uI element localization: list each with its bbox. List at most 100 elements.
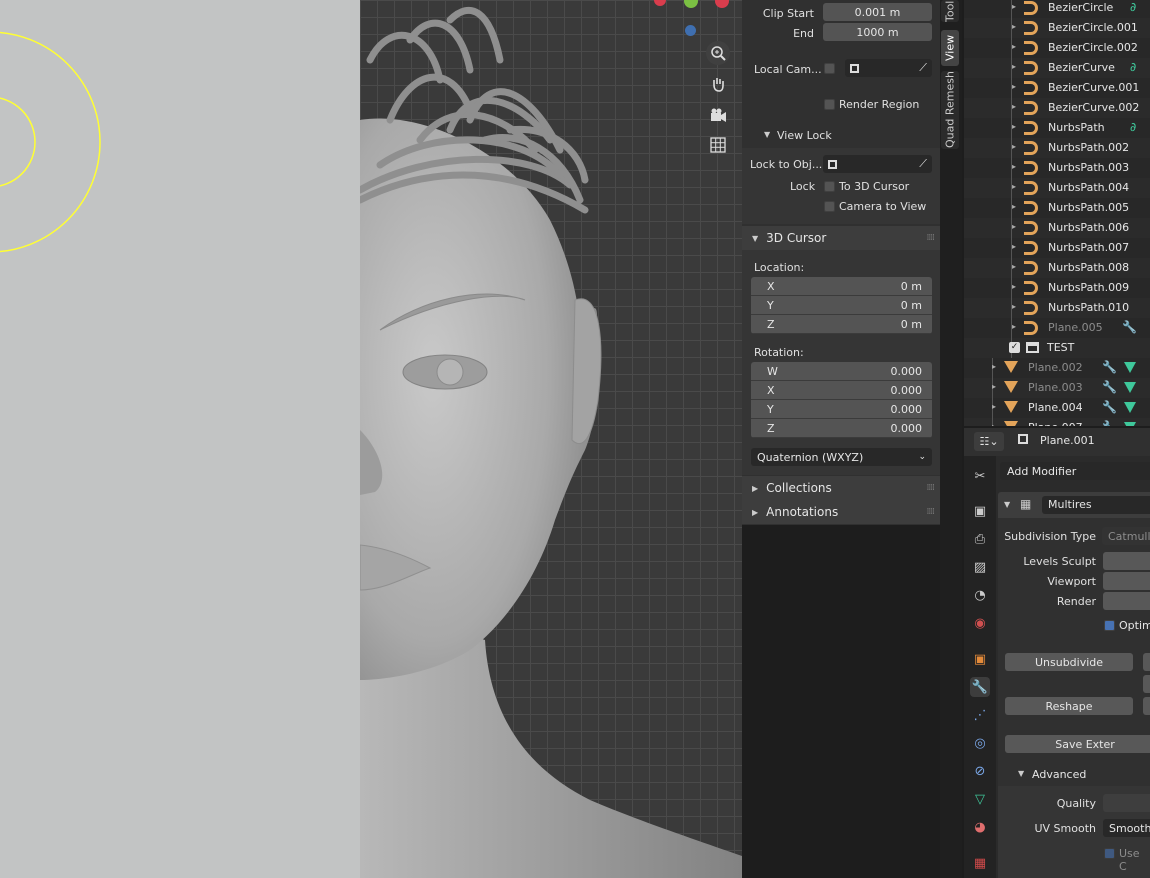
mesh-data-icon[interactable] [1124, 382, 1136, 393]
outliner-item[interactable]: ▸ BezierCircle.001 [964, 18, 1150, 38]
outliner-item[interactable]: ▸ Plane.007 🔧 [964, 418, 1150, 426]
scene-tab-icon[interactable]: ◔ [970, 585, 990, 605]
clip-start-field[interactable]: 0.001 m [823, 3, 932, 21]
render-tab-icon[interactable]: ▣ [970, 501, 990, 521]
outliner-item[interactable]: ▸ NurbsPath.008 [964, 258, 1150, 278]
expand-icon[interactable]: ▸ [1012, 262, 1016, 271]
material-tab-icon[interactable]: ◕ [970, 817, 990, 837]
expand-icon[interactable]: ▸ [992, 382, 996, 391]
drag-grip-icon[interactable]: ⁞⁞⁞⁞ [927, 507, 936, 517]
outliner-item[interactable]: ▸ NurbsPath.004 [964, 178, 1150, 198]
physics-tab-icon[interactable]: ◎ [970, 733, 990, 753]
world-tab-icon[interactable]: ◉ [970, 613, 990, 633]
expand-icon[interactable]: ▸ [1012, 202, 1016, 211]
local-camera-checkbox[interactable] [824, 63, 835, 74]
modifier-name-field[interactable]: Multires [1042, 496, 1150, 514]
curve-data-icon[interactable]: ∂ [1130, 0, 1136, 14]
render-levels-field[interactable] [1103, 592, 1150, 610]
gizmo-neg-z-dot[interactable] [685, 25, 696, 36]
expand-icon[interactable]: ▸ [992, 422, 996, 426]
quality-field[interactable] [1103, 794, 1150, 812]
outliner[interactable]: ▸ BezierCircle ∂ ▸ BezierCircle.001 ▸ BezierCi… [964, 0, 1150, 426]
add-modifier-dropdown[interactable]: Add Modifier [1000, 462, 1150, 480]
to-3d-cursor-checkbox[interactable] [824, 181, 835, 192]
eyedropper-icon[interactable]: ⟋ [919, 61, 927, 75]
modifier-wrench-icon[interactable]: 🔧 [1102, 360, 1117, 374]
expand-icon[interactable]: ▸ [1012, 82, 1016, 91]
modifier-wrench-icon[interactable]: 🔧 [1102, 380, 1117, 394]
rotation-w-field[interactable]: W 0.000 [751, 362, 932, 381]
collection-checkbox-icon[interactable]: ✓ [1009, 342, 1020, 353]
viewport-levels-field[interactable] [1103, 572, 1150, 590]
location-y-field[interactable]: Y0 m [751, 296, 932, 315]
camera-to-view-checkbox[interactable] [824, 201, 835, 212]
multires-header[interactable]: ▼ ▦ Multires [998, 492, 1150, 518]
modifier-wrench-icon[interactable]: 🔧 [1102, 420, 1117, 426]
apply-base-button[interactable] [1143, 697, 1150, 715]
curve-data-icon[interactable]: ∂ [1130, 60, 1136, 74]
expand-icon[interactable]: ▸ [1012, 242, 1016, 251]
expand-icon[interactable]: ▸ [1012, 282, 1016, 291]
save-external-button[interactable]: Save Exter [1005, 735, 1150, 753]
advanced-collapse-icon[interactable]: ▼ [1018, 769, 1024, 778]
outliner-item[interactable]: ▸ Plane.003 🔧 [964, 378, 1150, 398]
rotation-vector[interactable]: W 0.000 X 0.000 Y 0.000 Z 0.000 [751, 362, 932, 438]
outliner-item[interactable]: ▸ Plane.005 🔧 [964, 318, 1150, 338]
use-creases-checkbox[interactable] [1104, 848, 1115, 859]
expand-icon[interactable]: ▸ [1012, 182, 1016, 191]
outliner-item[interactable]: ▸ NurbsPath.003 [964, 158, 1150, 178]
advanced-title[interactable]: Advanced [1032, 768, 1086, 781]
local-camera-object-field[interactable]: ⟋ [845, 59, 932, 77]
eyedropper-icon[interactable]: ⟋ [919, 157, 927, 171]
pan-hand-icon[interactable] [706, 72, 730, 96]
location-vector[interactable]: X0 m Y0 m Z0 m [751, 277, 932, 334]
data-tab-icon[interactable]: ▽ [970, 789, 990, 809]
simple-button[interactable] [1143, 675, 1150, 693]
outliner-item[interactable]: ▸ BezierCurve.001 [964, 78, 1150, 98]
location-x-field[interactable]: X0 m [751, 277, 932, 296]
modifier-wrench-icon[interactable]: 🔧 [1102, 400, 1117, 414]
output-tab-icon[interactable]: ⎙ [970, 529, 990, 549]
expand-icon[interactable]: ▸ [1012, 42, 1016, 51]
expand-icon[interactable]: ▸ [1012, 2, 1016, 11]
unsubdivide-button[interactable]: Unsubdivide [1005, 653, 1133, 671]
collections-header[interactable]: ▶ Collections ⁞⁞⁞⁞ [742, 476, 940, 500]
clip-end-field[interactable]: 1000 m [823, 23, 932, 41]
particles-tab-icon[interactable]: ⋰ [970, 705, 990, 725]
outliner-item[interactable]: ▸ NurbsPath.009 [964, 278, 1150, 298]
levels-sculpt-field[interactable] [1103, 552, 1150, 570]
collapse-icon[interactable]: ▼ [1004, 500, 1010, 509]
outliner-item[interactable]: ▸ NurbsPath.010 [964, 298, 1150, 318]
drag-grip-icon[interactable]: ⁞⁞⁞⁞ [927, 233, 936, 243]
mesh-data-icon[interactable] [1124, 362, 1136, 373]
3d-cursor-header[interactable]: ▼ 3D Cursor ⁞⁞⁞⁞ [742, 226, 940, 250]
outliner-item[interactable]: ▸ Plane.002 🔧 [964, 358, 1150, 378]
outliner-item[interactable]: ▸ BezierCircle ∂ [964, 0, 1150, 18]
object-tab-icon[interactable]: ▣ [970, 649, 990, 669]
outliner-item[interactable]: ▸ NurbsPath ∂ [964, 118, 1150, 138]
outliner-item[interactable]: ▸ BezierCurve.002 [964, 98, 1150, 118]
expand-icon[interactable]: ▸ [992, 402, 996, 411]
tab-quad-remesh[interactable]: Quad Remesh [941, 71, 959, 149]
editor-type-menu[interactable]: ☷⌄ [974, 432, 1004, 451]
expand-icon[interactable]: ▸ [1012, 102, 1016, 111]
outliner-item[interactable]: ▸ NurbsPath.006 [964, 218, 1150, 238]
curve-data-icon[interactable]: ∂ [1130, 120, 1136, 134]
outliner-item[interactable]: ▸ BezierCircle.002 [964, 38, 1150, 58]
camera-view-icon[interactable] [706, 103, 730, 127]
lock-to-object-field[interactable]: ⟋ [823, 155, 932, 173]
view-layer-tab-icon[interactable]: ▨ [970, 557, 990, 577]
expand-icon[interactable]: ▸ [1012, 22, 1016, 31]
expand-icon[interactable]: ▸ [1012, 162, 1016, 171]
texture-tab-icon[interactable]: ▦ [970, 853, 990, 873]
modifier-tab-icon[interactable]: 🔧 [970, 677, 990, 697]
expand-icon[interactable]: ▸ [1012, 302, 1016, 311]
expand-icon[interactable]: ▸ [1012, 322, 1016, 331]
rotation-mode-dropdown[interactable]: Quaternion (WXYZ) ⌄ [751, 448, 932, 466]
tab-view[interactable]: View [941, 30, 959, 66]
outliner-item[interactable]: ▸ NurbsPath.005 [964, 198, 1150, 218]
outliner-item[interactable]: ▸ NurbsPath.007 [964, 238, 1150, 258]
expand-icon[interactable]: ▸ [1012, 142, 1016, 151]
view-lock-collapse-icon[interactable]: ▼ [764, 130, 770, 139]
ortho-grid-icon[interactable] [706, 133, 730, 157]
